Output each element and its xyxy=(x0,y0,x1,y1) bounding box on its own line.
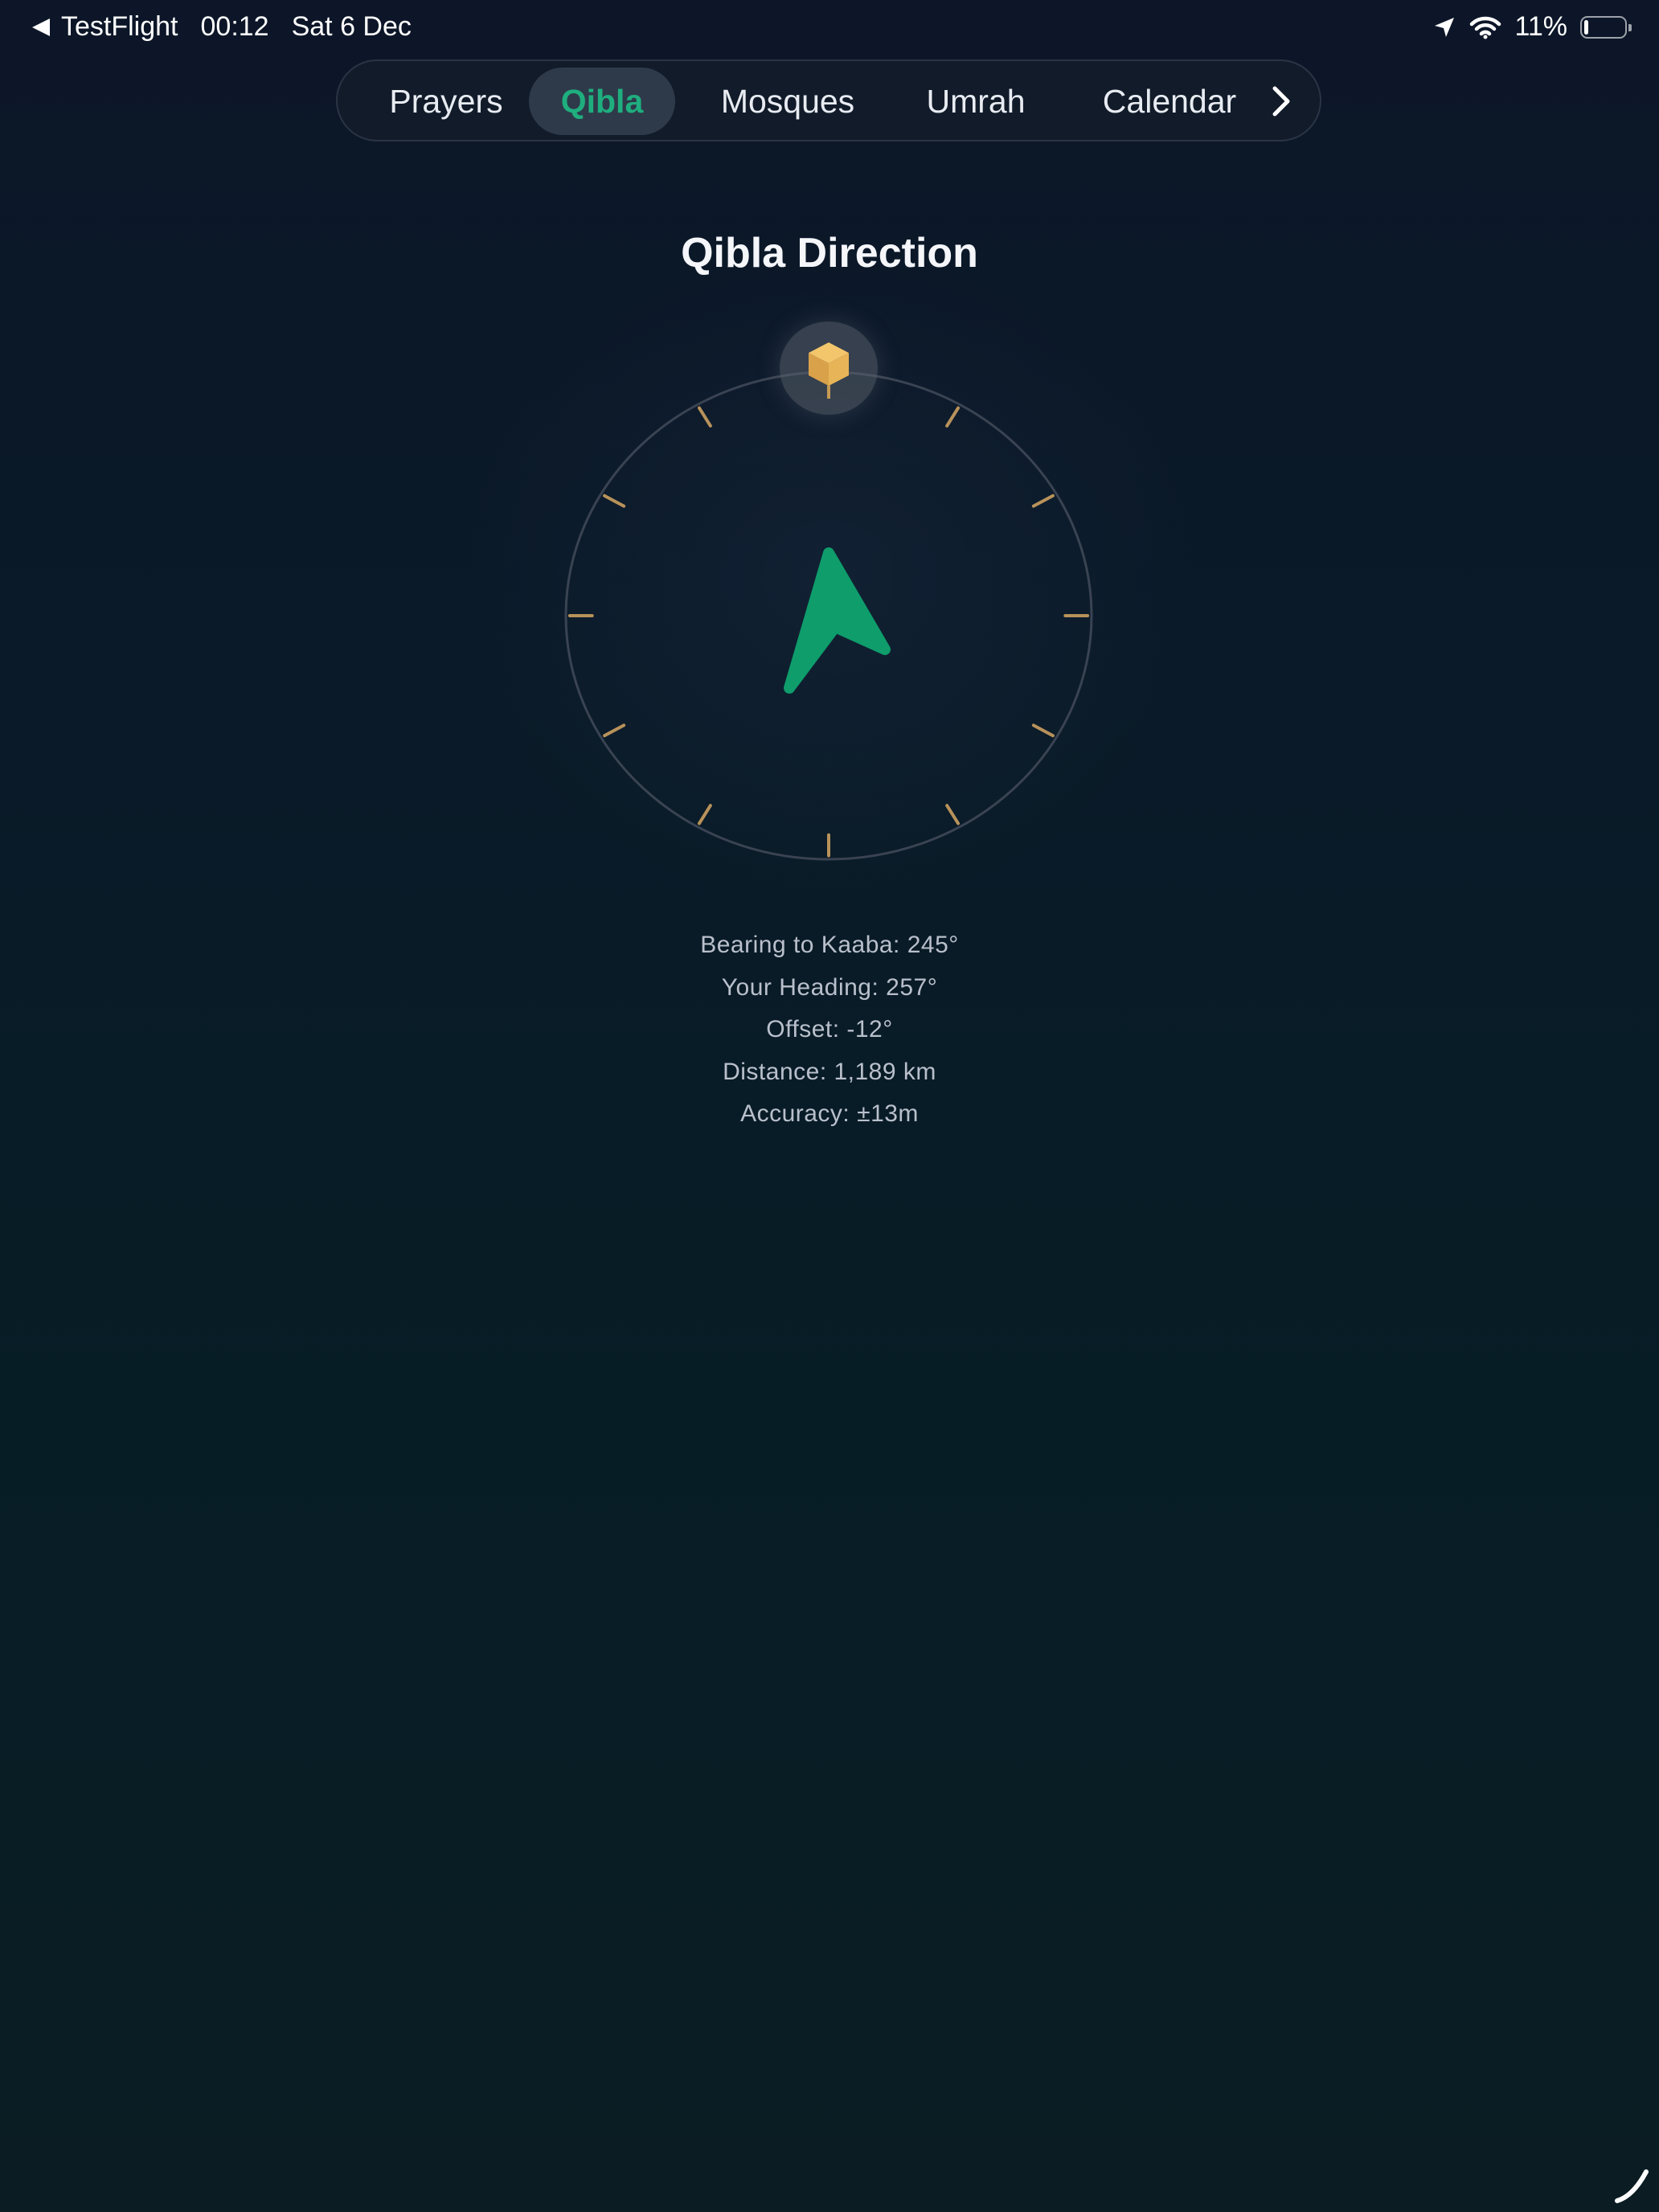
qibla-compass xyxy=(564,371,1093,861)
compass-tick xyxy=(945,804,961,825)
compass-tick xyxy=(1031,494,1055,508)
bearing-text: Bearing to Kaaba: 245° xyxy=(700,932,959,958)
accuracy-text: Accuracy: ±13m xyxy=(740,1100,919,1127)
kaaba-marker xyxy=(780,322,878,415)
qibla-arrow-icon xyxy=(784,547,891,694)
offset-text: Offset: -12° xyxy=(766,1016,893,1043)
heading-text: Your Heading: 257° xyxy=(721,973,938,1001)
distance-text: Distance: 1,189 km xyxy=(723,1058,936,1085)
compass-tick xyxy=(697,804,712,825)
compass-tick xyxy=(945,406,961,428)
compass-tick xyxy=(1031,723,1055,738)
qibla-info: Bearing to Kaaba: 245° Your Heading: 257… xyxy=(0,924,1659,1136)
qibla-arrow-group xyxy=(784,547,891,694)
compass-tick xyxy=(697,406,712,428)
kaaba-icon xyxy=(809,342,849,399)
compass-tick xyxy=(603,494,626,508)
pencil-hover-icon xyxy=(1615,2169,1649,2203)
compass-tick xyxy=(603,723,626,738)
